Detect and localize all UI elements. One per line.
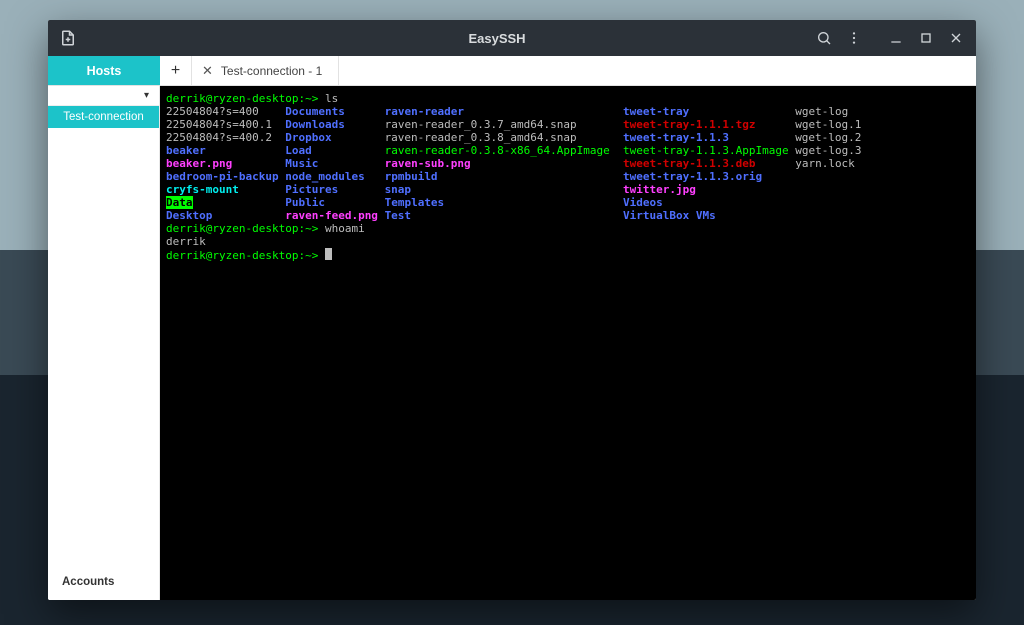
terminal-line: Data Public Templates Videos xyxy=(166,196,970,209)
menu-button[interactable] xyxy=(840,24,868,52)
minimize-button[interactable] xyxy=(882,24,910,52)
sidebar-accounts-label: Accounts xyxy=(62,576,114,588)
tab-connection[interactable]: ✕ Test-connection - 1 xyxy=(192,56,339,85)
terminal-line: derrik@ryzen-desktop:~> xyxy=(166,248,970,262)
tab-hosts[interactable]: Hosts xyxy=(48,56,160,85)
terminal-line: cryfs-mount Pictures snap twitter.jpg xyxy=(166,183,970,196)
close-button[interactable] xyxy=(942,24,970,52)
terminal[interactable]: derrik@ryzen-desktop:~> ls22504804?s=400… xyxy=(160,86,976,600)
tab-hosts-label: Hosts xyxy=(87,64,122,78)
terminal-line: 22504804?s=400.2 Dropbox raven-reader_0.… xyxy=(166,131,970,144)
terminal-line: 22504804?s=400 Documents raven-reader tw… xyxy=(166,105,970,118)
terminal-line: Desktop raven-feed.png Test VirtualBox V… xyxy=(166,209,970,222)
plus-icon: + xyxy=(171,62,180,80)
terminal-line: derrik xyxy=(166,235,970,248)
terminal-line: bedroom-pi-backup node_modules rpmbuild … xyxy=(166,170,970,183)
window-body: ▾ Test-connection Accounts derrik@ryzen-… xyxy=(48,86,976,600)
tab-connection-label: Test-connection - 1 xyxy=(221,64,322,78)
sidebar-accounts[interactable]: Accounts xyxy=(48,566,159,600)
terminal-line: derrik@ryzen-desktop:~> whoami xyxy=(166,222,970,235)
app-window: EasySSH Ho xyxy=(48,20,976,600)
sidebar: ▾ Test-connection Accounts xyxy=(48,86,160,600)
new-tab-button[interactable]: + xyxy=(160,56,192,85)
terminal-cursor xyxy=(325,248,332,260)
sidebar-dropdown[interactable]: ▾ xyxy=(48,86,159,106)
sidebar-spacer xyxy=(48,128,159,566)
window-title: EasySSH xyxy=(194,31,800,46)
tabstrip: Hosts + ✕ Test-connection - 1 xyxy=(48,56,976,86)
terminal-line: derrik@ryzen-desktop:~> ls xyxy=(166,92,970,105)
titlebar: EasySSH xyxy=(48,20,976,56)
terminal-line: beaker.png Music raven-sub.png tweet-tra… xyxy=(166,157,970,170)
chevron-down-icon: ▾ xyxy=(144,90,149,101)
terminal-line: beaker Load raven-reader-0.3.8-x86_64.Ap… xyxy=(166,144,970,157)
tab-close-icon[interactable]: ✕ xyxy=(202,63,213,79)
terminal-line: 22504804?s=400.1 Downloads raven-reader_… xyxy=(166,118,970,131)
maximize-button[interactable] xyxy=(912,24,940,52)
new-document-button[interactable] xyxy=(54,24,82,52)
sidebar-item-test-connection[interactable]: Test-connection xyxy=(48,106,159,128)
sidebar-item-label: Test-connection xyxy=(63,111,144,123)
search-button[interactable] xyxy=(810,24,838,52)
